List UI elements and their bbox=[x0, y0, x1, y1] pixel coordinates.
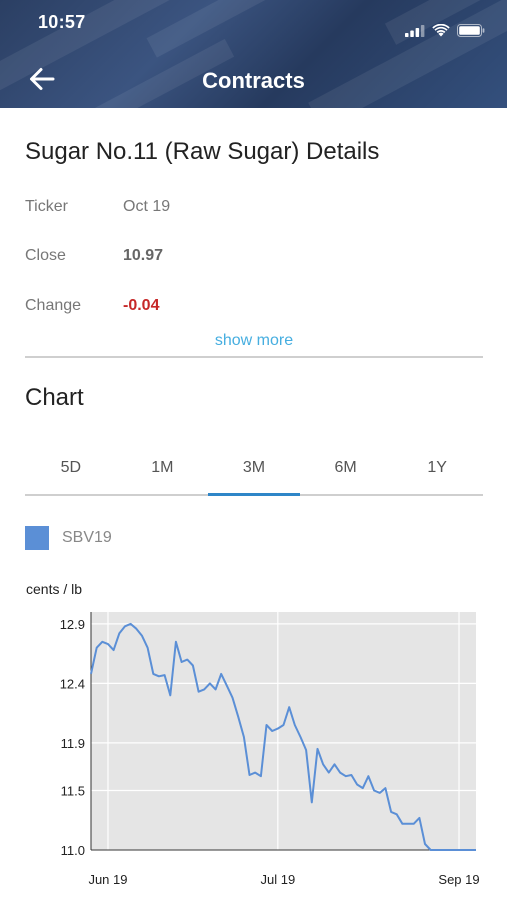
y-tick-label: 11.5 bbox=[61, 784, 85, 799]
y-tick-label: 11.9 bbox=[61, 736, 85, 751]
price-chart: cents / lb 12.9 12.4 11.9 11.5 11.0Jun 19 Jul … bbox=[26, 581, 480, 887]
y-axis-label: cents / lb bbox=[26, 581, 82, 597]
x-tick-label: Jul 19 bbox=[260, 872, 295, 887]
y-tick-label: 12.4 bbox=[60, 676, 85, 691]
y-tick-label: 12.9 bbox=[60, 617, 85, 632]
x-tick-label: Sep 19 bbox=[438, 872, 479, 887]
plot-background bbox=[91, 612, 476, 850]
y-tick-label: 11.0 bbox=[61, 843, 85, 858]
x-tick-label: Jun 19 bbox=[88, 872, 127, 887]
